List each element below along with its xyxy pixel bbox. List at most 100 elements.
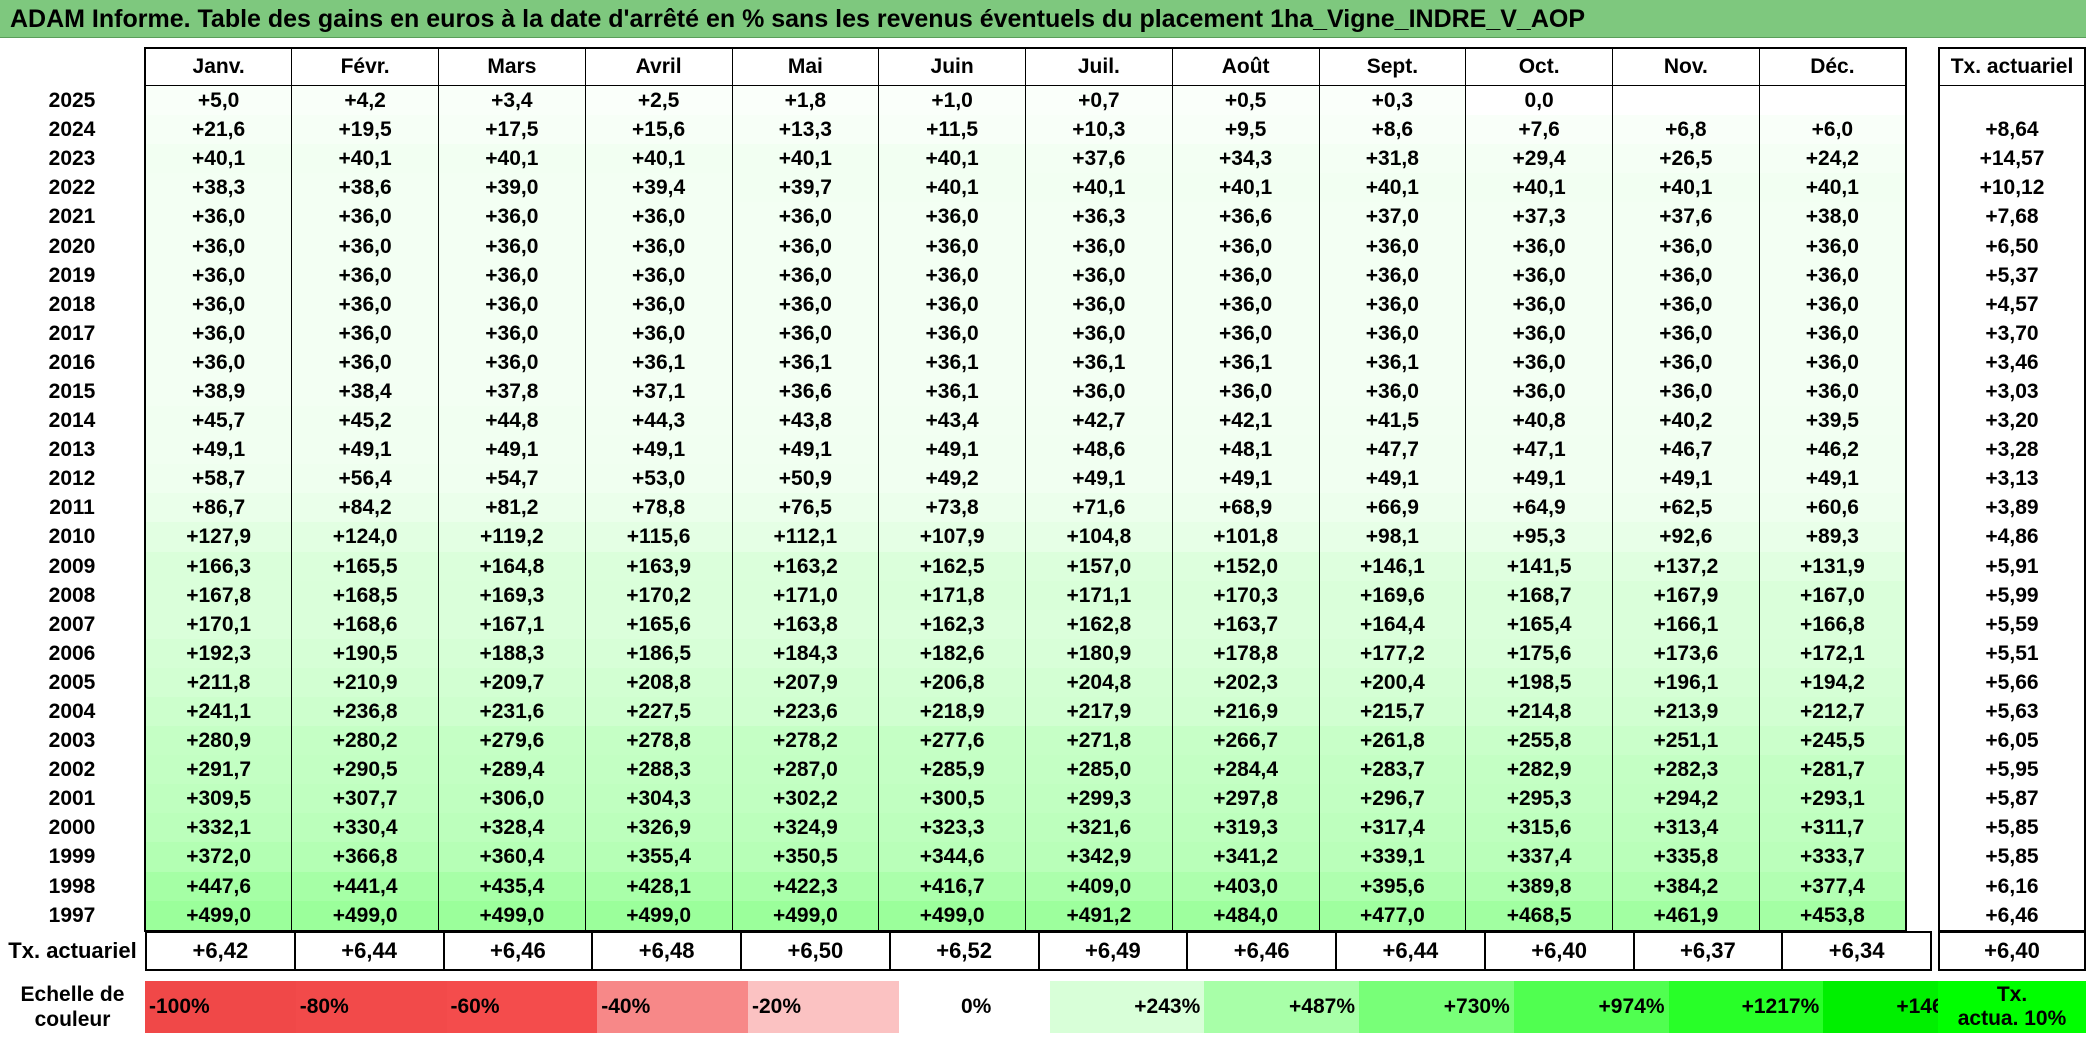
row-actuarial-rate bbox=[1938, 85, 2086, 116]
gain-cell: +416,7 bbox=[878, 871, 1026, 901]
gain-cell: +290,5 bbox=[291, 755, 439, 785]
gain-cell: +6,0 bbox=[1758, 115, 1907, 145]
gain-cell: +40,1 bbox=[1025, 173, 1173, 203]
row-year: 2018 bbox=[48, 292, 96, 316]
gain-cell: +330,4 bbox=[291, 813, 439, 843]
gain-cell: +328,4 bbox=[438, 813, 586, 843]
row-year: 2004 bbox=[48, 700, 96, 724]
annual-rate-cell: +6,49 bbox=[1037, 931, 1189, 971]
gain-cell: +172,1 bbox=[1758, 638, 1907, 668]
gain-cell: +36,0 bbox=[1465, 376, 1613, 407]
gain-cell: +36,1 bbox=[1318, 347, 1467, 377]
gain-cell: +36,0 bbox=[1758, 318, 1907, 348]
gain-cell: +47,1 bbox=[1465, 435, 1613, 465]
gain-cell: +40,1 bbox=[1318, 173, 1467, 203]
gain-cell: +42,7 bbox=[1025, 406, 1173, 436]
gain-cell: +36,0 bbox=[144, 231, 293, 261]
table-row: 2012 +58,7 +56,4 +54,7 +53,0 +50,9 +49,2 +49,1 +… bbox=[0, 464, 1907, 494]
gain-cell: +131,9 bbox=[1758, 551, 1907, 581]
gain-cell: +499,0 bbox=[438, 900, 586, 932]
gain-cell: +36,0 bbox=[1612, 318, 1760, 348]
gain-cell: +241,1 bbox=[144, 696, 293, 727]
color-scale-swatch: +1217% bbox=[1668, 981, 1824, 1033]
gain-cell: +499,0 bbox=[291, 900, 439, 932]
color-scale-swatch: -20% bbox=[748, 981, 899, 1033]
annual-rate-cell: +6,42 bbox=[145, 931, 296, 971]
gain-cell: +8,6 bbox=[1318, 115, 1467, 145]
gain-cell: +36,0 bbox=[584, 260, 733, 290]
color-scale-legend: Echelle de couleur -100% -80% -60% -40% -20%… bbox=[0, 981, 1978, 1033]
gain-cell: +366,8 bbox=[291, 842, 439, 872]
gain-cell: +46,7 bbox=[1612, 435, 1760, 465]
gain-cell: +216,9 bbox=[1171, 696, 1320, 727]
row-actuarial-rate: +4,86 bbox=[1938, 522, 2086, 552]
gain-cell: +36,1 bbox=[878, 347, 1026, 377]
gain-cell: +280,9 bbox=[144, 726, 293, 756]
gain-cell: +78,8 bbox=[584, 493, 733, 523]
color-scale-swatch: +243% bbox=[1049, 981, 1205, 1033]
gain-cell: +171,8 bbox=[878, 580, 1026, 610]
gain-cell: +49,1 bbox=[1171, 464, 1320, 494]
gain-cell: +36,0 bbox=[1171, 376, 1320, 407]
gain-cell: +198,5 bbox=[1465, 667, 1613, 697]
gain-cell: +49,2 bbox=[878, 464, 1026, 494]
row-year: 2019 bbox=[48, 263, 96, 287]
gain-cell: +350,5 bbox=[731, 842, 880, 872]
row-actuarial-rate: +7,68 bbox=[1938, 202, 2086, 232]
row-actuarial-rate: +6,16 bbox=[1938, 871, 2086, 901]
gain-cell: +36,3 bbox=[1025, 202, 1173, 232]
row-year: 2016 bbox=[48, 350, 96, 374]
row-year: 2001 bbox=[48, 787, 96, 811]
gain-cell: +297,8 bbox=[1171, 784, 1320, 814]
annual-rate-cell: +6,46 bbox=[1186, 931, 1337, 971]
gain-cell: +36,0 bbox=[144, 289, 293, 319]
gain-cell: +141,5 bbox=[1465, 551, 1613, 581]
month-header: Juil. bbox=[1025, 47, 1173, 86]
row-actuarial-rate: +3,70 bbox=[1938, 318, 2086, 348]
gain-cell: +266,7 bbox=[1171, 726, 1320, 756]
gain-cell: +40,1 bbox=[584, 144, 733, 174]
color-scale-label-line2: couleur bbox=[34, 1008, 111, 1031]
gain-cell: +36,1 bbox=[731, 347, 880, 377]
gain-cell: +278,2 bbox=[731, 726, 880, 756]
gain-cell: +49,1 bbox=[144, 435, 293, 465]
row-year: 2023 bbox=[48, 147, 96, 171]
gain-cell: +36,0 bbox=[1465, 260, 1613, 290]
gain-cell: +213,9 bbox=[1612, 696, 1760, 727]
gain-cell: +68,9 bbox=[1171, 493, 1320, 523]
gain-cell: +171,1 bbox=[1025, 580, 1173, 610]
row-actuarial-rate: +6,50 bbox=[1938, 231, 2086, 261]
gain-cell: +321,6 bbox=[1025, 813, 1173, 843]
gain-cell: +31,8 bbox=[1318, 144, 1467, 174]
row-year: 2015 bbox=[48, 379, 96, 403]
color-scale-swatch: +487% bbox=[1204, 981, 1359, 1033]
gain-cell: +441,4 bbox=[291, 871, 439, 901]
row-actuarial-rate: +14,57 bbox=[1938, 144, 2086, 174]
gain-cell: +409,0 bbox=[1025, 871, 1173, 901]
gain-cell: +167,9 bbox=[1612, 580, 1760, 610]
gain-cell: +73,8 bbox=[878, 493, 1026, 523]
row-actuarial-rate: +5,99 bbox=[1938, 580, 2086, 610]
gain-cell: +344,6 bbox=[878, 842, 1026, 872]
gain-cell: +49,1 bbox=[438, 435, 586, 465]
color-scale-swatch: +730% bbox=[1359, 981, 1514, 1033]
gain-cell: +212,7 bbox=[1758, 696, 1907, 727]
table-row: 1999 +372,0 +366,8 +360,4 +355,4 +350,5 +344,6… bbox=[0, 842, 1907, 872]
gain-cell: +36,6 bbox=[1171, 202, 1320, 232]
gain-cell: +36,0 bbox=[1025, 318, 1173, 348]
gain-cell bbox=[1758, 85, 1907, 116]
color-scale-swatch: -80% bbox=[295, 981, 447, 1033]
gain-cell: +167,8 bbox=[144, 580, 293, 610]
annual-rate-cell: +6,37 bbox=[1632, 931, 1784, 971]
gain-cell: +36,0 bbox=[144, 347, 293, 377]
gain-cell: +39,4 bbox=[584, 173, 733, 203]
gain-cell: +146,1 bbox=[1318, 551, 1467, 581]
gain-cell: +36,0 bbox=[878, 260, 1026, 290]
month-header: Févr. bbox=[291, 47, 439, 86]
gain-cell: +468,5 bbox=[1465, 900, 1613, 932]
gain-cell: +42,1 bbox=[1171, 406, 1320, 436]
gain-cell: +166,1 bbox=[1612, 609, 1760, 639]
gain-cell: +283,7 bbox=[1318, 755, 1467, 785]
row-year: 2020 bbox=[48, 234, 96, 258]
gain-cell: +49,1 bbox=[731, 435, 880, 465]
